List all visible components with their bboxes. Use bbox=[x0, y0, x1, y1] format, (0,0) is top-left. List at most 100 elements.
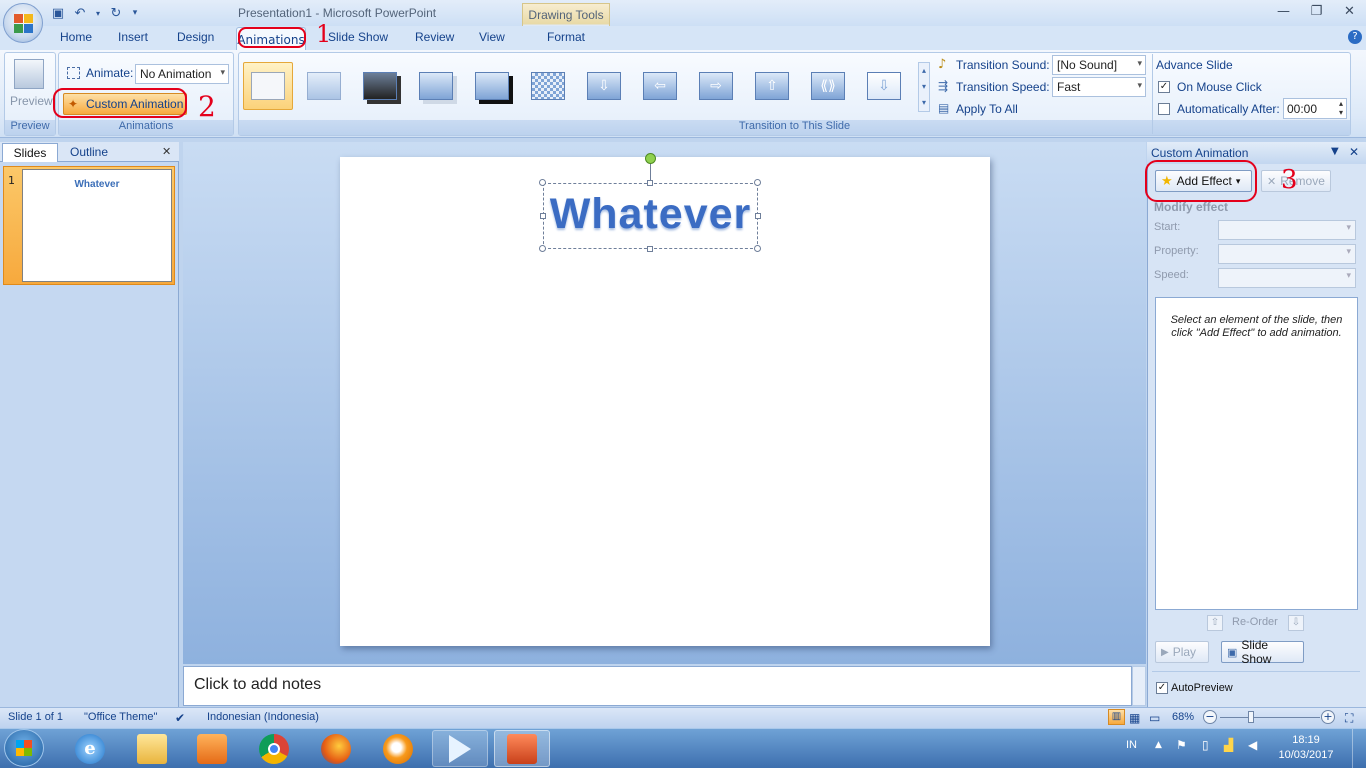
transition-dissolve-thumb[interactable] bbox=[523, 62, 573, 110]
transition-gallery-scroll[interactable]: ▴ ▾ ▾ bbox=[918, 62, 930, 112]
start-button[interactable] bbox=[4, 729, 44, 767]
undo-icon[interactable]: ↶ bbox=[72, 5, 88, 21]
animation-list[interactable] bbox=[1155, 297, 1358, 610]
tab-insert[interactable]: Insert bbox=[118, 30, 148, 44]
transition-wipe-right-thumb[interactable]: ⇨ bbox=[691, 62, 741, 110]
transition-push-down-thumb[interactable]: ⇩ bbox=[859, 62, 909, 110]
office-button[interactable] bbox=[3, 3, 43, 43]
speed-label: Speed: bbox=[1154, 269, 1189, 281]
start-dropdown[interactable] bbox=[1218, 220, 1356, 240]
zoom-out-icon[interactable]: − bbox=[1203, 710, 1217, 724]
modify-effect-heading: Modify effect bbox=[1154, 200, 1229, 214]
rotation-handle[interactable] bbox=[645, 153, 656, 164]
tab-home[interactable]: Home bbox=[60, 30, 92, 44]
animate-dropdown[interactable]: No Animation bbox=[135, 64, 229, 84]
reorder-down-icon[interactable]: ⇩ bbox=[1288, 615, 1304, 631]
internet-explorer-icon[interactable]: e bbox=[62, 730, 118, 767]
transition-wipe-down-thumb[interactable]: ⇩ bbox=[579, 62, 629, 110]
on-mouse-click-checkbox[interactable]: ✓ bbox=[1158, 81, 1170, 93]
tray-signal-icon[interactable]: ▟ bbox=[1224, 738, 1233, 752]
play-button[interactable]: ▶ Play bbox=[1155, 641, 1209, 663]
transition-sound-label: Transition Sound: bbox=[956, 58, 1050, 72]
automatically-after-spinner[interactable]: 00:00 ▴ ▾ bbox=[1283, 98, 1347, 119]
tab-design[interactable]: Design bbox=[177, 30, 214, 44]
maximize-button[interactable]: ❐ bbox=[1300, 0, 1333, 22]
normal-view-icon[interactable]: ▥ bbox=[1108, 709, 1125, 725]
reorder-label: Re-Order bbox=[1232, 616, 1278, 628]
transition-fade-black-thumb[interactable] bbox=[355, 62, 405, 110]
task-pane-close-icon[interactable]: ✕ bbox=[1349, 145, 1359, 159]
zoom-level[interactable]: 68% bbox=[1172, 711, 1194, 723]
spell-check-icon[interactable]: ✔ bbox=[175, 711, 185, 725]
help-icon[interactable]: ? bbox=[1348, 30, 1362, 44]
tab-review[interactable]: Review bbox=[415, 30, 454, 44]
resize-handle[interactable] bbox=[754, 245, 761, 252]
media-app-icon[interactable] bbox=[370, 730, 426, 767]
reading-view-icon[interactable]: ▭ bbox=[1149, 711, 1160, 725]
transition-speed-dropdown[interactable]: Fast bbox=[1052, 77, 1146, 97]
speed-dropdown[interactable] bbox=[1218, 268, 1356, 288]
resize-handle[interactable] bbox=[539, 245, 546, 252]
transition-sound-dropdown[interactable]: [No Sound] bbox=[1052, 55, 1146, 75]
input-language[interactable]: IN bbox=[1126, 739, 1137, 751]
chrome-icon[interactable] bbox=[246, 730, 302, 767]
tab-slide-show[interactable]: Slide Show bbox=[328, 30, 388, 44]
transition-none-thumb[interactable] bbox=[243, 62, 293, 110]
customize-qat-icon[interactable]: ▾ bbox=[130, 5, 140, 21]
zoom-slider-thumb[interactable] bbox=[1248, 711, 1254, 723]
slide-sorter-view-icon[interactable]: ▦ bbox=[1129, 711, 1140, 725]
apply-to-all-button[interactable]: Apply To All bbox=[956, 102, 1018, 116]
tab-format[interactable]: Format bbox=[547, 30, 585, 44]
show-desktop-button[interactable] bbox=[1352, 729, 1366, 768]
close-button[interactable]: ✕ bbox=[1333, 0, 1366, 22]
reorder-up-icon[interactable]: ⇧ bbox=[1207, 615, 1223, 631]
tab-outline[interactable]: Outline bbox=[58, 144, 120, 162]
media-player-icon[interactable] bbox=[184, 730, 240, 767]
tab-slides[interactable]: Slides bbox=[2, 143, 58, 162]
transition-cut-black-thumb[interactable] bbox=[467, 62, 517, 110]
autopreview-checkbox[interactable]: ✓ bbox=[1156, 682, 1168, 694]
resize-handle[interactable] bbox=[755, 213, 761, 219]
transition-wipe-up-thumb[interactable]: ⇧ bbox=[747, 62, 797, 110]
save-icon[interactable]: ▣ bbox=[50, 5, 66, 21]
tab-view[interactable]: View bbox=[479, 30, 505, 44]
automatically-after-checkbox[interactable] bbox=[1158, 103, 1170, 115]
file-explorer-icon[interactable] bbox=[124, 730, 180, 767]
resize-handle[interactable] bbox=[540, 213, 546, 219]
close-pane-icon[interactable]: ✕ bbox=[162, 145, 171, 158]
slide-title-wordart[interactable]: Whatever bbox=[543, 190, 758, 239]
undo-dropdown-icon[interactable]: ▾ bbox=[94, 5, 102, 21]
tray-network-warning-icon[interactable]: ⚑ bbox=[1176, 738, 1187, 752]
task-pane-options-icon[interactable]: ▼ bbox=[1331, 146, 1339, 157]
spinner-arrows-icon[interactable]: ▴ ▾ bbox=[1339, 99, 1343, 117]
fit-to-window-icon[interactable]: ⛶ bbox=[1345, 711, 1353, 726]
group-divider bbox=[1152, 54, 1153, 134]
zoom-slider-track[interactable] bbox=[1220, 717, 1320, 718]
redo-icon[interactable]: ↻ bbox=[108, 5, 124, 21]
transition-fade-smoothly-thumb[interactable] bbox=[299, 62, 349, 110]
transition-cut-thumb[interactable] bbox=[411, 62, 461, 110]
slide-count-status: Slide 1 of 1 bbox=[8, 711, 64, 723]
resize-handle[interactable] bbox=[647, 246, 653, 252]
tray-expand-icon[interactable]: ▲ bbox=[1155, 740, 1162, 750]
task-pane-divider bbox=[1152, 671, 1360, 672]
transition-split-thumb[interactable]: ⟪⟫ bbox=[803, 62, 853, 110]
resize-handle[interactable] bbox=[754, 179, 761, 186]
preview-button[interactable]: Preview bbox=[10, 94, 53, 108]
firefox-icon[interactable] bbox=[308, 730, 364, 767]
system-clock[interactable]: 18:19 10/03/2017 bbox=[1276, 733, 1336, 763]
slide-show-button[interactable]: ▣ Slide Show bbox=[1221, 638, 1304, 666]
tray-battery-icon[interactable]: ▯ bbox=[1202, 738, 1209, 752]
transition-wipe-left-thumb[interactable]: ⇦ bbox=[635, 62, 685, 110]
tray-volume-icon[interactable]: ◀ bbox=[1248, 738, 1257, 752]
language-status[interactable]: Indonesian (Indonesia) bbox=[207, 711, 319, 723]
property-dropdown[interactable] bbox=[1218, 244, 1356, 264]
zoom-in-icon[interactable]: + bbox=[1321, 710, 1335, 724]
resize-handle[interactable] bbox=[647, 180, 653, 186]
notes-pane[interactable]: Click to add notes bbox=[183, 666, 1132, 706]
notes-scrollbar[interactable] bbox=[1132, 666, 1146, 706]
resize-handle[interactable] bbox=[539, 179, 546, 186]
powerpoint-taskbar-icon[interactable] bbox=[494, 730, 550, 767]
video-player-icon[interactable] bbox=[432, 730, 488, 767]
minimize-button[interactable]: — bbox=[1267, 0, 1300, 22]
